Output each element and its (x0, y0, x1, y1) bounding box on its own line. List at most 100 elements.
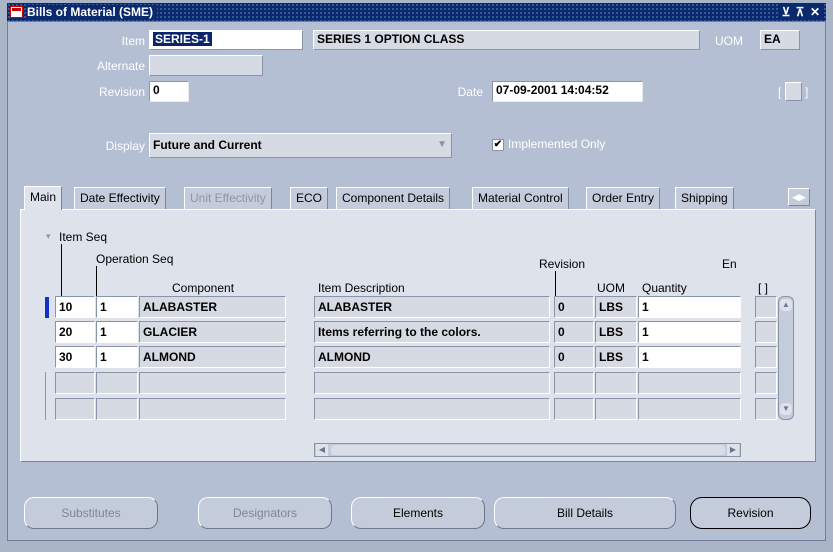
date-field[interactable]: 07-09-2001 14:04:52 (492, 81, 643, 102)
operation-seq-cell[interactable] (96, 398, 138, 420)
tab-date-effectivity[interactable]: Date Effectivity (74, 187, 166, 209)
flex-bracket-right: ] (805, 85, 809, 99)
extra-column-header: En (722, 257, 737, 271)
revision-header: Revision (539, 257, 586, 271)
window-title: Bills of Material (SME) (27, 5, 158, 19)
revision-field[interactable]: 0 (149, 81, 189, 102)
uom-cell[interactable]: LBS (595, 321, 637, 343)
tab-shipping[interactable]: Shipping (675, 187, 734, 209)
operation-seq-header: Operation Seq (96, 252, 174, 266)
quantity-header: Quantity (642, 281, 687, 295)
item-seq-connector (61, 244, 62, 297)
component-header: Component (172, 281, 235, 295)
display-select[interactable]: Future and Current ▼ (149, 133, 452, 158)
display-select-value: Future and Current (153, 138, 262, 152)
description-cell[interactable]: ALABASTER (314, 296, 550, 318)
flex-cell[interactable] (755, 372, 777, 394)
uom-header: UOM (597, 281, 625, 295)
elements-button[interactable]: Elements (351, 497, 485, 529)
tab-eco[interactable]: ECO (290, 187, 329, 209)
alternate-field[interactable] (149, 55, 263, 76)
revision-button[interactable]: Revision (690, 497, 811, 529)
scroll-left-icon[interactable]: ◀ (316, 444, 328, 456)
operation-seq-cell[interactable]: 1 (96, 346, 138, 368)
flex-cell[interactable] (755, 321, 777, 343)
close-icon[interactable]: ✕ (808, 4, 822, 20)
description-cell[interactable]: Items referring to the colors. (314, 321, 550, 343)
revision-cell[interactable]: 0 (554, 296, 594, 318)
implemented-only-checkbox[interactable]: ✔ (492, 139, 504, 151)
title-bar: Bills of Material (SME) ⊻ ⊼ ✕ (7, 3, 826, 21)
revision-cell[interactable] (554, 372, 594, 394)
item-seq-header: Item Seq (59, 230, 108, 244)
operation-seq-cell[interactable]: 1 (96, 296, 138, 318)
uom-cell[interactable]: LBS (595, 346, 637, 368)
tab-order-entry[interactable]: Order Entry (586, 187, 661, 209)
tab-scroll-icon[interactable]: ◀▶ (788, 188, 810, 206)
flex-cell[interactable] (755, 398, 777, 420)
scroll-up-icon[interactable]: ▲ (780, 299, 792, 311)
quantity-cell[interactable]: 1 (638, 321, 741, 343)
display-label: Display (105, 139, 145, 153)
implemented-only-label: Implemented Only (508, 137, 606, 151)
flex-bracket-left: [ (778, 85, 782, 99)
scroll-thumb[interactable] (331, 445, 725, 455)
current-record-indicator (45, 297, 49, 318)
chevron-down-icon: ▼ (437, 139, 447, 150)
revision-cell[interactable] (554, 398, 594, 420)
uom-cell[interactable] (595, 398, 637, 420)
revision-connector (555, 271, 556, 297)
description-cell[interactable] (314, 372, 550, 394)
quantity-cell[interactable] (638, 372, 741, 394)
component-cell[interactable]: ALMOND (139, 346, 286, 368)
description-cell[interactable]: ALMOND (314, 346, 550, 368)
component-cell[interactable]: ALABASTER (139, 296, 286, 318)
item-label: Item (121, 34, 145, 48)
operation-seq-connector (96, 266, 97, 297)
scroll-down-icon[interactable]: ▼ (780, 403, 792, 415)
uom-cell[interactable]: LBS (595, 296, 637, 318)
item-seq-cell[interactable] (55, 372, 95, 394)
description-cell[interactable] (314, 398, 550, 420)
operation-seq-cell[interactable] (96, 372, 138, 394)
descriptive-flexfield[interactable] (785, 82, 802, 101)
revision-label: Revision (98, 85, 145, 99)
uom-cell[interactable] (595, 372, 637, 394)
tab-material-control[interactable]: Material Control (472, 187, 569, 209)
quantity-cell[interactable]: 1 (638, 346, 741, 368)
vertical-scrollbar[interactable]: ▲ ▼ (778, 296, 794, 420)
item-seq-cell[interactable]: 10 (55, 296, 95, 318)
minimize-icon[interactable]: ⊻ (779, 4, 793, 20)
revision-cell[interactable]: 0 (554, 321, 594, 343)
bill-details-button[interactable]: Bill Details (494, 497, 676, 529)
quantity-cell[interactable] (638, 398, 741, 420)
row-indicator-column (45, 372, 49, 420)
alternate-label: Alternate (96, 59, 145, 73)
substitutes-button[interactable]: Substitutes (24, 497, 158, 529)
horizontal-scrollbar[interactable]: ◀ ▶ (314, 443, 741, 457)
uom-field[interactable]: EA (760, 30, 800, 50)
tab-unit-effectivity[interactable]: Unit Effectivity (184, 187, 272, 209)
component-cell[interactable] (139, 398, 286, 420)
sort-icon: ▾ (46, 231, 51, 241)
item-seq-cell[interactable] (55, 398, 95, 420)
tab-main[interactable]: Main (24, 186, 63, 210)
item-seq-cell[interactable]: 20 (55, 321, 95, 343)
item-seq-cell[interactable]: 30 (55, 346, 95, 368)
flex-cell[interactable] (755, 346, 777, 368)
scroll-right-icon[interactable]: ▶ (727, 444, 739, 456)
revision-cell[interactable]: 0 (554, 346, 594, 368)
date-label: Date (457, 85, 483, 99)
operation-seq-cell[interactable]: 1 (96, 321, 138, 343)
quantity-cell[interactable]: 1 (638, 296, 741, 318)
item-field[interactable]: SERIES-1 (149, 30, 303, 50)
component-cell[interactable]: GLACIER (139, 321, 286, 343)
flex-cell[interactable] (755, 296, 777, 318)
item-description-field[interactable]: SERIES 1 OPTION CLASS (313, 30, 700, 50)
maximize-icon[interactable]: ⊼ (793, 4, 807, 20)
uom-label: UOM (715, 34, 743, 48)
tab-component-details[interactable]: Component Details (336, 187, 451, 209)
component-cell[interactable] (139, 372, 286, 394)
item-description-header: Item Description (318, 281, 405, 295)
designators-button[interactable]: Designators (198, 497, 332, 529)
